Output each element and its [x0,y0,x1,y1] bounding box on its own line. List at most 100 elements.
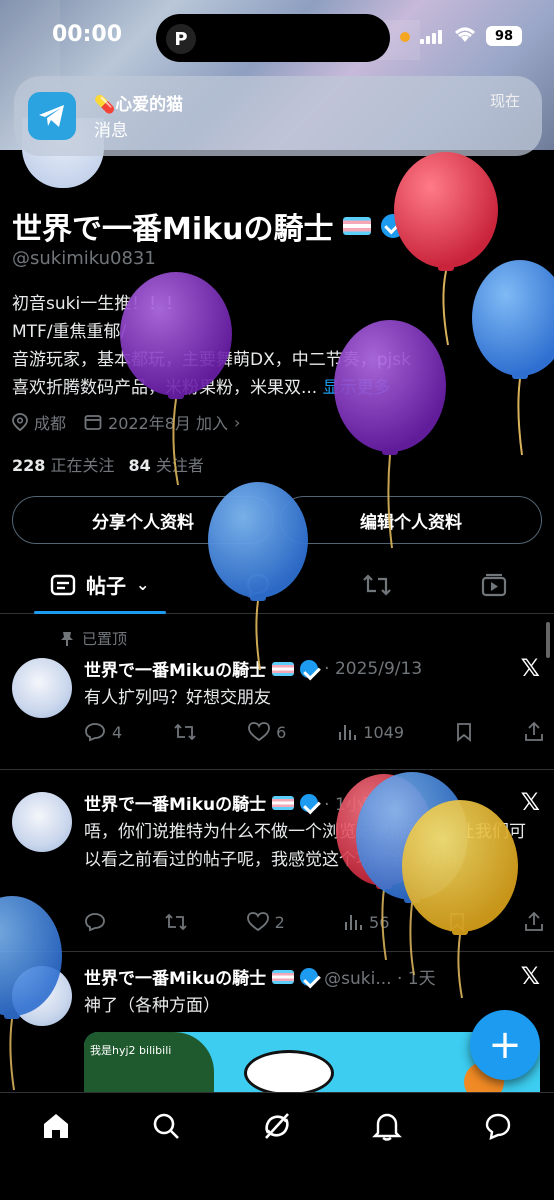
media-watermark: 我是hyj2 bilibili [90,1044,172,1057]
compose-post-button[interactable]: + [470,1010,540,1080]
following-count: 228 [12,456,46,475]
trans-flag-icon [272,795,295,810]
views-icon [339,725,357,740]
tab-posts[interactable]: 帖子 ⌄ [50,570,149,599]
x-logo-icon: 𝕏 [520,654,540,682]
show-more-link[interactable]: 显示更多 [323,378,391,398]
trans-flag-icon [272,661,295,676]
island-app-icon: P [166,24,196,54]
location-text: 成都 [34,414,67,433]
post-avatar[interactable] [12,966,72,1026]
repost-button[interactable] [173,722,197,742]
like-button[interactable]: 2 [246,912,285,932]
views-button[interactable]: 1049 [337,722,404,742]
active-tab-indicator [34,611,166,614]
post-avatar[interactable] [12,792,72,852]
share-icon [525,912,543,931]
verified-badge-icon [300,967,319,986]
post-item[interactable]: 世界で一番Mikuの騎士 · 1小时 𝕏 唔，你们说推特为什么不做一个浏览记录的… [0,770,554,952]
profile-name-row: 世界で一番Mikuの騎士 [12,204,406,248]
bookmark-button[interactable] [455,722,473,742]
bio-line: 音游玩家，基本都玩，主要舞萌DX，中二节奏，pjsk [12,350,411,370]
profile-meta: 成都 2022年8月 加入 › [12,410,240,434]
profile-name: 世界で一番Mikuの騎士 [12,212,334,247]
profile-tabs: 帖子 ⌄ [0,560,554,614]
followers-link[interactable]: 84 关注者 [129,452,204,476]
like-button[interactable]: 6 [248,722,286,742]
tab-reposts[interactable] [362,572,392,603]
following-link[interactable]: 228 正在关注 [12,452,115,476]
post-timestamp: · 1小时 [324,795,380,815]
bookmark-icon [449,913,464,932]
chevron-down-icon: ⌄ [136,575,150,594]
post-header: 世界で一番Mikuの騎士 @suki... · 1天 [84,964,436,989]
views-icon [345,915,363,930]
heart-icon [248,722,271,742]
x-logo-icon: 𝕏 [520,788,540,816]
verified-badge-icon [300,659,319,678]
share-button[interactable] [524,912,544,932]
views-count: 56 [369,912,390,932]
pinned-indicator: 已置顶 [60,628,127,649]
post-timestamp: @suki... · 1天 [324,969,436,989]
grok-icon [265,1113,289,1139]
bookmark-icon [457,723,471,742]
views-button[interactable]: 56 [343,912,389,932]
posts-tab-icon [50,574,76,595]
profile-handle: @sukimiku0831 [12,248,156,269]
repost-icon [165,913,187,931]
notification-title: 💊心爱的猫 [94,95,184,115]
notification-time: 现在 [489,92,520,110]
reply-button[interactable]: 4 [84,722,122,742]
bio-line: 初音suki一生推！！！ [12,294,183,314]
pinned-label: 已置顶 [82,630,128,648]
share-button[interactable] [524,722,544,742]
join-date[interactable]: 2022年8月 加入 › [84,410,240,434]
media-tab-icon [481,573,507,597]
post-author[interactable]: 世界で一番Mikuの騎士 [84,964,266,989]
verified-badge-icon[interactable] [381,214,406,238]
reply-icon [85,723,105,742]
post-avatar[interactable] [12,658,72,718]
status-bar: 00:00 P 98 [0,0,554,70]
post-header: 世界で一番Mikuの騎士 · 2025/9/13 [84,656,423,682]
location-pin-icon [12,413,28,431]
nav-home[interactable] [41,1111,71,1141]
battery-icon: 98 [486,26,522,46]
bell-icon [372,1113,402,1141]
media-character [244,1050,334,1096]
edit-profile-button[interactable]: 编辑个人资料 [280,496,542,544]
nav-search[interactable] [151,1111,181,1141]
post-header: 世界で一番Mikuの騎士 · 1小时 [84,790,380,815]
post-item[interactable]: 世界で一番Mikuの騎士 · 2025/9/13 𝕏 有人扩列吗？好想交朋友 4… [0,648,554,770]
verified-badge-icon [300,793,319,812]
post-author[interactable]: 世界で一番Mikuの騎士 [84,790,266,815]
notification-banner[interactable]: 💊心爱的猫 消息 现在 [14,76,542,156]
repost-button[interactable] [164,912,188,932]
location: 成都 [12,410,66,434]
tab-replies[interactable] [244,572,272,603]
tab-media[interactable] [480,572,508,603]
reply-icon [85,913,105,932]
x-logo-icon: 𝕏 [520,962,540,990]
nav-messages[interactable] [483,1111,513,1141]
post-timestamp: · 2025/9/13 [324,658,423,679]
like-count: 6 [276,722,287,742]
reply-button[interactable] [84,912,106,932]
bookmark-button[interactable] [448,912,466,932]
join-date-text: 2022年8月 加入 [108,414,229,433]
repost-icon [174,723,196,741]
post-text: 神了（各种方面） [84,996,220,1016]
status-time: 00:00 [52,22,123,47]
post-text: 有人扩列吗？好想交朋友 [84,688,271,708]
like-count: 2 [274,912,285,932]
share-icon [525,722,543,741]
trans-flag-icon [272,969,295,984]
calendar-icon [84,415,102,430]
post-author[interactable]: 世界で一番Mikuの騎士 [84,656,266,681]
nav-notifications[interactable] [372,1111,402,1141]
chevron-right-icon: › [234,412,241,432]
nav-grok[interactable] [262,1111,292,1141]
bottom-navigation [0,1092,554,1200]
share-profile-button[interactable]: 分享个人资料 [12,496,274,544]
